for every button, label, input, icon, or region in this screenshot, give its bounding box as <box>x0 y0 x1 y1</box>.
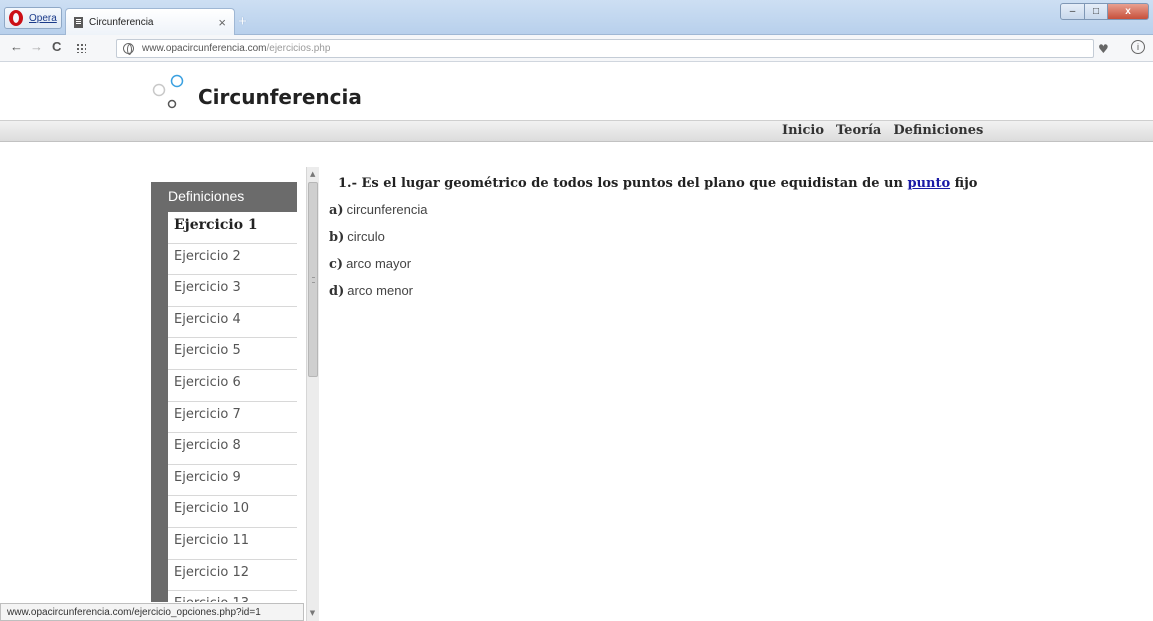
option-c[interactable]: c) arco mayor <box>329 256 411 272</box>
sidebar-item-ejercicio-6[interactable]: Ejercicio 6 <box>168 369 297 402</box>
speed-dial-grid-icon[interactable] <box>76 43 86 53</box>
window-maximize-button[interactable]: □ <box>1084 3 1108 20</box>
scroll-thumb[interactable] <box>308 182 318 377</box>
back-arrow-icon[interactable]: ← <box>10 39 23 54</box>
page-favicon-icon <box>74 16 83 28</box>
browser-tab[interactable]: Circunferencia × <box>65 8 235 35</box>
sidebar-item-ejercicio-1[interactable]: Ejercicio 1 <box>168 212 297 244</box>
sidebar-item-ejercicio-8[interactable]: Ejercicio 8 <box>168 433 297 465</box>
scroll-down-arrow-icon[interactable]: ▼ <box>306 606 319 621</box>
sidebar-item-ejercicio-4[interactable]: Ejercicio 4 <box>168 306 297 339</box>
sidebar-item-ejercicio-3[interactable]: Ejercicio 3 <box>168 275 297 307</box>
sidebar-item-ejercicio-9[interactable]: Ejercicio 9 <box>168 464 297 497</box>
site-logo-icon <box>152 74 184 109</box>
status-bar-url: www.opacircunferencia.com/ejercicio_opci… <box>0 603 304 621</box>
option-d[interactable]: d) arco menor <box>329 283 413 299</box>
site-menubar: Inicio Teoría Definiciones <box>0 120 1153 142</box>
window-minimize-button[interactable]: – <box>1060 3 1085 20</box>
frame-scrollbar[interactable]: ▲ <box>306 167 319 621</box>
scroll-grip-icon <box>312 277 315 283</box>
address-url[interactable]: www.opacircunferencia.com/ejercicios.php <box>142 43 330 54</box>
question-text: 1.- Es el lugar geométrico de todos los … <box>338 176 978 191</box>
sidebar-item-ejercicio-7[interactable]: Ejercicio 7 <box>168 401 297 434</box>
sidebar-item-ejercicio-12[interactable]: Ejercicio 12 <box>168 559 297 592</box>
forward-arrow-icon[interactable]: → <box>30 39 43 54</box>
sidebar-item-ejercicio-5[interactable]: Ejercicio 5 <box>168 338 297 370</box>
reload-icon[interactable]: C <box>52 39 61 54</box>
main-menu: Inicio Teoría Definiciones <box>782 123 983 138</box>
download-icon[interactable]: i <box>1131 40 1145 54</box>
option-a[interactable]: a) circunferencia <box>329 202 428 218</box>
opera-menu-button[interactable]: Opera <box>4 7 62 29</box>
globe-icon <box>123 43 134 55</box>
heart-icon[interactable]: ♥ <box>1098 42 1109 56</box>
option-b[interactable]: b) circulo <box>329 229 385 245</box>
browser-titlebar: Opera Circunferencia × + – □ x <box>0 0 1153 35</box>
address-bar[interactable]: www.opacircunferencia.com/ejercicios.php <box>116 39 1094 58</box>
menu-definiciones[interactable]: Definiciones <box>893 123 983 138</box>
tab-title: Circunferencia <box>89 16 154 28</box>
opera-logo-icon <box>9 10 23 26</box>
sidebar-item-ejercicio-2[interactable]: Ejercicio 2 <box>168 243 297 276</box>
tab-close-icon[interactable]: × <box>218 15 226 30</box>
sidebar-item-ejercicio-11[interactable]: Ejercicio 11 <box>168 527 297 560</box>
scroll-up-arrow-icon[interactable]: ▲ <box>310 170 315 178</box>
question-link-punto[interactable]: punto <box>907 176 950 191</box>
sidebar-item-ejercicio-10[interactable]: Ejercicio 10 <box>168 496 297 528</box>
sidebar-heading: Definiciones <box>168 188 245 204</box>
browser-navbar: ← → C www.opacircunferencia.com/ejercici… <box>0 35 1153 62</box>
sidebar: Definiciones Ejercicio 1 Ejercicio 2 Eje… <box>151 182 297 602</box>
window-close-button[interactable]: x <box>1107 3 1149 20</box>
menu-inicio[interactable]: Inicio <box>782 123 824 138</box>
menu-teoria[interactable]: Teoría <box>836 123 881 138</box>
new-tab-icon[interactable]: + <box>238 13 247 30</box>
opera-menu-label: Opera <box>29 12 57 24</box>
site-title: Circunferencia <box>198 85 362 109</box>
sidebar-item-ejercicio-13[interactable]: Ejercicio 13 <box>168 591 297 602</box>
